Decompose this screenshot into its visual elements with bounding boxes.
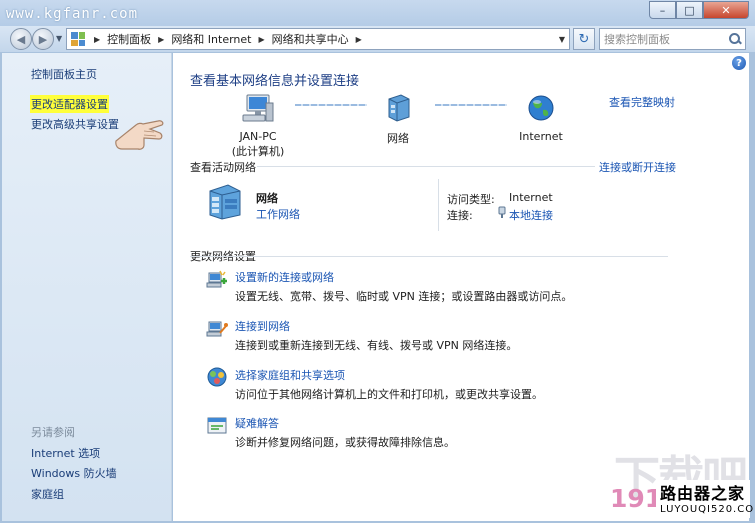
breadcrumb-network-internet[interactable]: 网络和 Internet — [167, 31, 255, 47]
maximize-button[interactable]: □ — [676, 1, 703, 19]
title-bar: www.kgfanr.com – □ ✕ — [0, 0, 755, 28]
minimize-icon: – — [659, 3, 666, 17]
access-type-value: Internet — [509, 191, 553, 204]
globe-icon — [528, 95, 554, 121]
troubleshoot-icon — [207, 417, 227, 434]
ethernet-icon — [498, 206, 506, 218]
minimize-button[interactable]: – — [649, 1, 676, 19]
homegroup-sharing-desc: 访问位于其他网络计算机上的文件和打印机，或更改共享设置。 — [235, 388, 543, 401]
map-link-line — [435, 104, 507, 106]
connect-network-icon — [206, 321, 228, 337]
node-internet-label: Internet — [519, 130, 563, 143]
view-full-map-link[interactable]: 查看完整映射 — [609, 94, 675, 110]
refresh-button[interactable]: ↻ — [573, 28, 595, 50]
see-also-label: 另请参阅 — [31, 426, 75, 439]
connect-disconnect-link[interactable]: 连接或断开连接 — [599, 159, 676, 175]
search-icon[interactable] — [729, 33, 741, 45]
map-link-line — [295, 104, 367, 106]
access-type-label: 访问类型: — [447, 193, 495, 206]
troubleshoot-desc: 诊断并修复网络问题，或获得故障排除信息。 — [235, 436, 455, 449]
divider — [257, 166, 595, 167]
close-icon: ✕ — [721, 3, 731, 17]
forward-button[interactable]: ▶ — [32, 28, 54, 50]
close-button[interactable]: ✕ — [703, 1, 749, 19]
refresh-icon: ↻ — [578, 31, 590, 47]
recent-pages-dropdown[interactable]: ▼ — [56, 34, 62, 43]
setup-new-connection-link[interactable]: 设置新的连接或网络 — [235, 269, 334, 285]
connection-label: 连接: — [447, 209, 473, 222]
maximize-icon: □ — [684, 3, 695, 17]
node-network-label: 网络 — [387, 132, 409, 145]
node-network[interactable]: 网络 — [373, 93, 423, 146]
homegroup-sharing-link[interactable]: 选择家庭组和共享选项 — [235, 367, 345, 383]
sidebar-item-windows-firewall[interactable]: Windows 防火墙 — [31, 465, 117, 481]
breadcrumb-chevron-icon[interactable]: ▶ — [356, 35, 362, 44]
site-watermark: www.kgfanr.com — [6, 6, 139, 22]
node-internet[interactable]: Internet — [511, 93, 571, 143]
sidebar-item-control-panel-home[interactable]: 控制面板主页 — [31, 66, 97, 82]
navigation-bar: ◀ ▶ ▼ ▶ 控制面板 ▶ 网络和 Internet ▶ 网络和共享中心 ▶ … — [0, 26, 755, 52]
node-this-computer: JAN-PC (此计算机) — [228, 93, 288, 159]
brand-watermark: 路由器之家 LUYOUQI520.COM — [656, 480, 755, 518]
network-location-link[interactable]: 工作网络 — [256, 206, 300, 222]
work-network-icon[interactable] — [206, 183, 246, 221]
sidebar-item-change-adapter-settings[interactable]: 更改适配器设置 — [30, 95, 109, 113]
pointing-hand-icon — [115, 120, 164, 150]
breadcrumb-chevron-icon[interactable]: ▶ — [158, 35, 164, 44]
troubleshoot-link[interactable]: 疑难解答 — [235, 415, 279, 431]
back-button[interactable]: ◀ — [10, 28, 32, 50]
divider — [438, 179, 439, 231]
sidebar: 控制面板主页 更改适配器设置 更改高级共享设置 另请参阅 Internet 选项… — [2, 53, 172, 521]
connect-to-network-link[interactable]: 连接到网络 — [235, 318, 290, 334]
divider — [190, 256, 668, 257]
brand-watermark-name: 路由器之家 — [660, 484, 746, 503]
connect-to-network-desc: 连接到或重新连接到无线、有线、拨号或 VPN 网络连接。 — [235, 339, 518, 352]
address-dropdown-icon[interactable]: ▼ — [555, 35, 569, 44]
sidebar-item-advanced-sharing-settings[interactable]: 更改高级共享设置 — [31, 116, 119, 132]
breadcrumb-control-panel[interactable]: 控制面板 — [103, 31, 155, 47]
active-networks-header: 查看活动网络 — [190, 161, 256, 174]
breadcrumb-chevron-icon[interactable]: ▶ — [259, 35, 265, 44]
window-controls: – □ ✕ — [649, 1, 749, 19]
node-computer-label: JAN-PC — [239, 130, 277, 143]
page-title: 查看基本网络信息并设置连接 — [190, 74, 360, 89]
breadcrumb-chevron-icon[interactable]: ▶ — [94, 35, 100, 44]
search-box[interactable] — [599, 28, 746, 50]
node-computer-sublabel: (此计算机) — [231, 145, 285, 158]
control-panel-icon — [71, 32, 85, 46]
sidebar-item-homegroup[interactable]: 家庭组 — [31, 486, 64, 502]
brand-watermark-url: LUYOUQI520.COM — [660, 504, 755, 515]
sidebar-item-internet-options[interactable]: Internet 选项 — [31, 445, 100, 461]
setup-new-connection-desc: 设置无线、宽带、拨号、临时或 VPN 连接；或设置路由器或访问点。 — [235, 290, 573, 303]
forward-arrow-icon: ▶ — [38, 32, 48, 46]
network-icon — [388, 94, 410, 122]
back-arrow-icon: ◀ — [16, 32, 26, 46]
number-watermark: 191 — [610, 484, 663, 513]
help-icon[interactable]: ? — [732, 56, 746, 70]
breadcrumb-sharing-center[interactable]: 网络和共享中心 — [268, 31, 353, 47]
new-connection-icon — [206, 270, 227, 288]
address-bar[interactable]: ▶ 控制面板 ▶ 网络和 Internet ▶ 网络和共享中心 ▶ ▼ — [66, 28, 570, 50]
computer-icon — [242, 94, 274, 122]
local-connection-link[interactable]: 本地连接 — [509, 207, 553, 223]
search-input[interactable] — [604, 32, 724, 46]
homegroup-icon — [207, 367, 227, 387]
network-name: 网络 — [256, 192, 278, 205]
